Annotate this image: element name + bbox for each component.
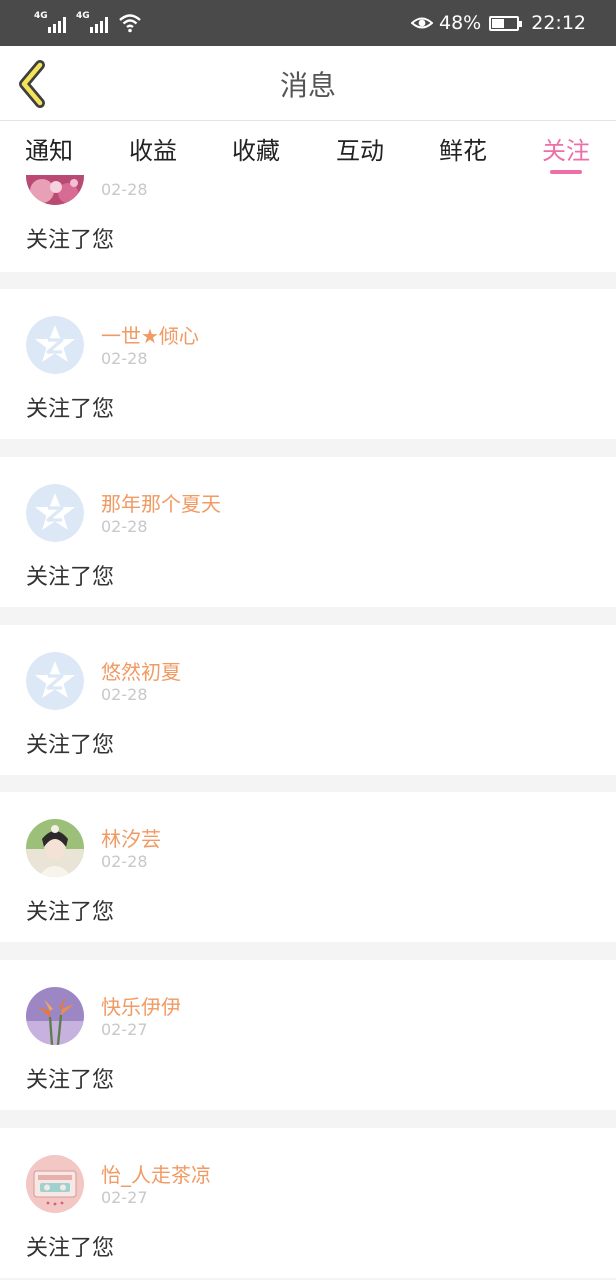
- follow-date: 02-27: [101, 1020, 148, 1039]
- list-item[interactable]: 02-28 关注了您: [0, 175, 616, 272]
- battery-percent: 48%: [439, 12, 482, 34]
- follow-message: 关注了您: [26, 900, 115, 925]
- follow-message: 关注了您: [26, 565, 115, 590]
- network-type-label: 4G: [76, 11, 90, 21]
- avatar[interactable]: [26, 175, 84, 205]
- default-star-avatar-icon[interactable]: [26, 316, 84, 374]
- follow-date: 02-28: [101, 180, 148, 199]
- tab-label: 收藏: [232, 137, 280, 165]
- cellular-signal-icon: 4G: [34, 11, 66, 33]
- wifi-icon: [119, 14, 141, 33]
- list-item[interactable]: 那年那个夏天 02-28 关注了您: [0, 457, 616, 607]
- tab-label: 收益: [129, 137, 177, 165]
- avatar[interactable]: [26, 819, 84, 877]
- list-item[interactable]: 林汐芸 02-28 关注了您: [0, 792, 616, 942]
- username[interactable]: 林汐芸: [101, 823, 161, 852]
- cellular-signal-icon: 4G: [76, 11, 108, 33]
- default-star-avatar-icon[interactable]: [26, 652, 84, 710]
- tab-label: 互动: [336, 137, 384, 165]
- tab-label: 鲜花: [439, 137, 487, 165]
- network-type-label: 4G: [34, 11, 48, 21]
- list-item[interactable]: 一世★倾心 02-28 关注了您: [0, 289, 616, 439]
- username[interactable]: 悠然初夏: [101, 656, 181, 685]
- follow-date: 02-27: [101, 1188, 148, 1207]
- follow-message: 关注了您: [26, 733, 115, 758]
- avatar[interactable]: [26, 987, 84, 1045]
- tab-label: 通知: [25, 137, 73, 165]
- follow-date: 02-28: [101, 685, 148, 704]
- tab-bar: 通知 收益 收藏 互动 鲜花 关注: [0, 121, 616, 175]
- battery-icon: [489, 15, 523, 31]
- tab-earnings[interactable]: 收益: [129, 131, 177, 166]
- tab-label: 关注: [542, 137, 590, 165]
- list-item[interactable]: 快乐伊伊 02-27 关注了您: [0, 960, 616, 1110]
- header: 消息: [0, 46, 616, 121]
- list-item[interactable]: 怡_人走茶凉 02-27 关注了您: [0, 1128, 616, 1278]
- default-star-avatar-icon[interactable]: [26, 484, 84, 542]
- avatar[interactable]: [26, 1155, 84, 1213]
- follow-message: 关注了您: [26, 228, 115, 253]
- follow-message: 关注了您: [26, 1068, 115, 1093]
- tab-flowers[interactable]: 鲜花: [439, 131, 487, 166]
- notification-list: 02-28 关注了您 一世★倾心 02-28 关注了您 那年那个夏天 02-28…: [0, 175, 616, 1280]
- tab-favorites[interactable]: 收藏: [232, 131, 280, 166]
- username[interactable]: 那年那个夏天: [101, 488, 221, 517]
- tab-notifications[interactable]: 通知: [25, 131, 73, 166]
- clock: 22:12: [531, 12, 586, 34]
- status-bar: 4G 4G 48% 22:12: [0, 0, 616, 46]
- follow-date: 02-28: [101, 517, 148, 536]
- list-item[interactable]: 悠然初夏 02-28 关注了您: [0, 625, 616, 775]
- username[interactable]: 怡_人走茶凉: [101, 1159, 211, 1188]
- tab-following[interactable]: 关注: [542, 131, 590, 174]
- username[interactable]: 一世★倾心: [101, 320, 199, 349]
- follow-date: 02-28: [101, 852, 148, 871]
- tab-interactions[interactable]: 互动: [336, 131, 384, 166]
- follow-message: 关注了您: [26, 1236, 115, 1261]
- eye-comfort-icon: [411, 17, 433, 29]
- follow-message: 关注了您: [26, 397, 115, 422]
- active-tab-indicator: [550, 170, 582, 174]
- username[interactable]: 快乐伊伊: [101, 991, 181, 1020]
- follow-date: 02-28: [101, 349, 148, 368]
- page-title: 消息: [279, 69, 336, 102]
